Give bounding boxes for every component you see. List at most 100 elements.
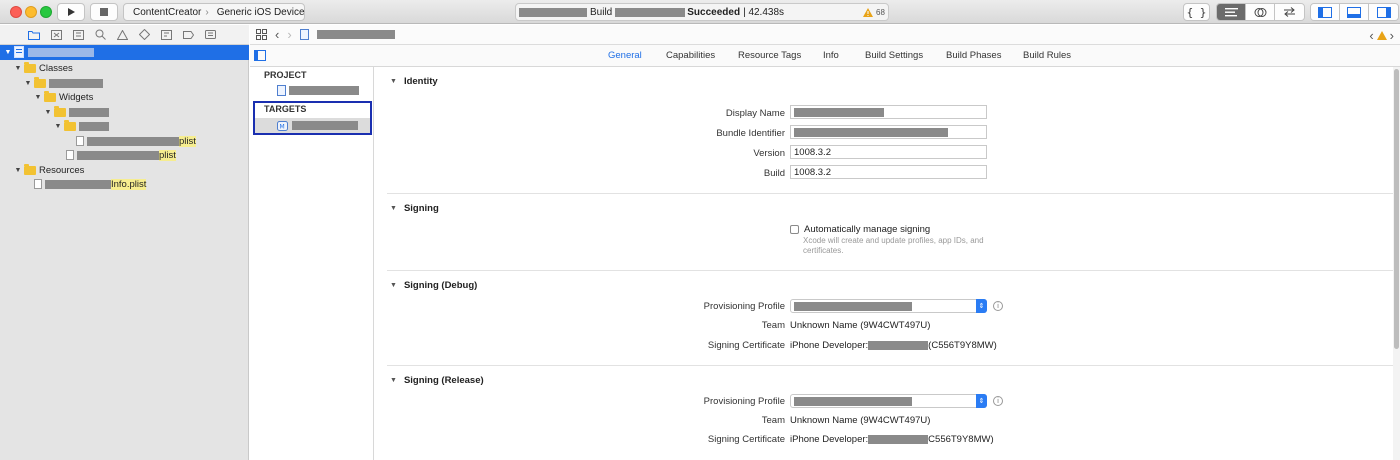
folder-icon — [34, 76, 46, 88]
bundle-identifier-field[interactable] — [790, 125, 987, 139]
project-heading: PROJECT — [264, 70, 307, 80]
disclosure-triangle-icon[interactable]: ▼ — [54, 123, 62, 130]
folder-navigator-icon[interactable] — [28, 30, 40, 40]
sidebar-toggle-icon[interactable] — [254, 50, 266, 61]
section-signing-header[interactable]: ▼ Signing — [390, 203, 439, 214]
tree-item-resources[interactable]: ▼ Resources — [0, 163, 249, 178]
disclosure-triangle-icon[interactable]: ▼ — [390, 282, 397, 289]
debug-navigator-icon[interactable] — [161, 29, 172, 40]
navigator-toggle-button[interactable] — [1311, 4, 1340, 20]
back-arrow-icon[interactable]: ‹ — [1369, 28, 1373, 43]
version-field[interactable]: 1008.3.2 — [790, 145, 987, 159]
disclosure-triangle-icon[interactable]: ▼ — [4, 49, 12, 56]
disclosure-triangle-icon[interactable]: ▼ — [390, 205, 397, 212]
breadcrumb-project[interactable] — [316, 30, 395, 39]
tab-general[interactable]: General — [608, 50, 642, 61]
tree-item-classes[interactable]: ▼ Classes — [0, 61, 249, 76]
status-time: | 42.438s — [743, 6, 785, 18]
tab-capabilities[interactable]: Capabilities — [666, 50, 715, 61]
find-icon[interactable] — [95, 29, 106, 40]
certificate-prefix: iPhone Developer: — [790, 434, 869, 445]
scheme-selector[interactable]: M ContentCreator › Generic iOS Device — [123, 3, 305, 21]
target-list-item[interactable]: M — [255, 118, 370, 133]
source-control-icon[interactable] — [51, 29, 62, 40]
back-arrow-icon[interactable]: ‹ — [275, 27, 279, 42]
info-icon[interactable]: i — [993, 301, 1003, 311]
provisioning-profile-popup[interactable]: ⇕ — [790, 394, 987, 408]
stop-button[interactable] — [90, 3, 118, 21]
jump-bar: ‹ › ‹ › — [250, 25, 1400, 45]
warning-indicator[interactable]: 68 — [863, 7, 885, 17]
auto-signing-option[interactable]: Automatically manage signing — [790, 224, 930, 235]
display-name-label: Display Name — [725, 108, 785, 119]
tree-item-plist-file[interactable]: plist — [0, 148, 249, 163]
minimize-window-button[interactable] — [25, 6, 37, 18]
vertical-scrollbar[interactable] — [1393, 67, 1400, 460]
redacted-value — [794, 107, 884, 117]
tree-item-group[interactable]: ▼ — [0, 105, 249, 120]
auto-signing-checkbox[interactable] — [790, 225, 799, 234]
report-navigator-icon[interactable] — [205, 29, 216, 40]
tab-resource-tags[interactable]: Resource Tags — [738, 50, 801, 61]
disclosure-triangle-icon[interactable]: ▼ — [390, 377, 397, 384]
folder-icon — [54, 105, 66, 117]
issue-navigator-icon[interactable] — [117, 29, 128, 40]
tab-info[interactable]: Info — [823, 50, 839, 61]
tree-item-info-plist[interactable]: Info.plist — [0, 177, 249, 192]
breakpoint-navigator-icon[interactable] — [183, 30, 194, 40]
rings-icon — [1254, 7, 1266, 17]
build-field[interactable]: 1008.3.2 — [790, 165, 987, 179]
redacted-value — [794, 396, 912, 406]
standard-editor-button[interactable] — [1217, 4, 1246, 20]
redacted-value — [868, 434, 929, 444]
inspector-toggle-button[interactable] — [1369, 4, 1398, 20]
library-button[interactable]: { } — [1183, 3, 1210, 21]
team-value: Unknown Name (9W4CWT497U) — [790, 415, 931, 426]
tree-item-group[interactable]: ▼ — [0, 76, 249, 91]
activity-status: Build Succeeded | 42.438s 68 — [515, 3, 889, 21]
run-button[interactable] — [57, 3, 85, 21]
disclosure-triangle-icon[interactable]: ▼ — [14, 65, 22, 72]
app-target-icon: M — [277, 120, 288, 131]
warning-count: 68 — [876, 7, 885, 17]
tree-item-project[interactable]: ▼ — [0, 45, 249, 60]
svg-text:M: M — [280, 123, 285, 130]
assistant-editor-button[interactable] — [1246, 4, 1275, 20]
scheme-name: ContentCreator — [133, 6, 202, 18]
forward-arrow-icon[interactable]: › — [287, 27, 291, 42]
version-editor-button[interactable] — [1275, 4, 1304, 20]
tree-item-group[interactable]: ▼ — [0, 119, 249, 134]
scrollbar-thumb[interactable] — [1394, 69, 1399, 349]
debug-area-toggle-button[interactable] — [1340, 4, 1369, 20]
forward-arrow-icon[interactable]: › — [1390, 28, 1394, 43]
close-window-button[interactable] — [10, 6, 22, 18]
lines-icon — [1224, 7, 1238, 16]
signing-certificate-value: iPhone Developer: C556T9Y8MW) — [790, 434, 994, 445]
section-divider — [387, 365, 1393, 366]
symbol-navigator-icon[interactable] — [73, 29, 84, 40]
warning-icon[interactable] — [1376, 31, 1387, 40]
project-list-item[interactable] — [277, 85, 359, 96]
disclosure-triangle-icon[interactable]: ▼ — [390, 78, 397, 85]
tree-item-plist-file[interactable]: plist — [0, 134, 249, 149]
display-name-field[interactable] — [790, 105, 987, 119]
editor-mode-segment — [1216, 3, 1305, 21]
section-signing-release-header[interactable]: ▼ Signing (Release) — [390, 375, 484, 386]
section-signing-debug-header[interactable]: ▼ Signing (Debug) — [390, 280, 477, 291]
provisioning-profile-popup[interactable]: ⇕ — [790, 299, 987, 313]
tab-build-settings[interactable]: Build Settings — [865, 50, 923, 61]
team-label: Team — [761, 320, 785, 331]
section-identity-header[interactable]: ▼ Identity — [390, 76, 438, 87]
related-items-icon[interactable] — [256, 29, 267, 40]
tree-item-widgets[interactable]: ▼ Widgets — [0, 90, 249, 105]
tab-build-phases[interactable]: Build Phases — [946, 50, 1001, 61]
test-navigator-icon[interactable] — [139, 29, 150, 40]
disclosure-triangle-icon[interactable]: ▼ — [34, 94, 42, 101]
disclosure-triangle-icon[interactable]: ▼ — [24, 80, 32, 87]
disclosure-triangle-icon[interactable]: ▼ — [44, 109, 52, 116]
info-icon[interactable]: i — [993, 396, 1003, 406]
disclosure-triangle-icon[interactable]: ▼ — [14, 167, 22, 174]
braces-icon: { } — [1186, 5, 1207, 19]
zoom-window-button[interactable] — [40, 6, 52, 18]
tab-build-rules[interactable]: Build Rules — [1023, 50, 1071, 61]
